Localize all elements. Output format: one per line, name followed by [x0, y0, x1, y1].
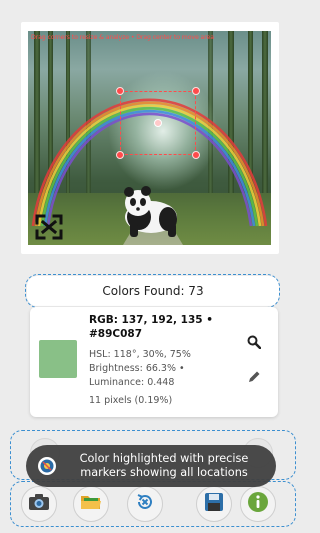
save-button[interactable] [196, 486, 232, 522]
resize-hint-text: Drag corners to resize & analyze • Drag … [31, 34, 214, 41]
toast-message: Color highlighted with precise markers s… [79, 452, 249, 479]
pencil-icon[interactable] [246, 369, 262, 385]
selection-handle-bottom-right[interactable] [192, 151, 200, 159]
camera-icon [28, 493, 50, 515]
toast-notification: Color highlighted with precise markers s… [26, 445, 276, 487]
selection-handle-top-right[interactable] [192, 87, 200, 95]
app-icon [38, 457, 56, 475]
image-card: Drag corners to resize & analyze • Drag … [21, 22, 279, 254]
save-icon [204, 492, 224, 516]
folder-button[interactable] [73, 486, 109, 522]
brightness-value: Brightness: 66.3% • [89, 363, 185, 374]
fullscreen-crop-icon[interactable] [34, 213, 64, 241]
magnifier-icon[interactable] [246, 334, 262, 350]
reset-button[interactable] [127, 486, 163, 522]
info-button[interactable] [240, 486, 276, 522]
colors-found-label: Colors Found: 73 [27, 276, 279, 306]
color-swatch [39, 340, 77, 378]
selection-handle-top-left[interactable] [116, 87, 124, 95]
info-icon [247, 491, 269, 517]
pixel-count: 11 pixels (0.19%) [89, 395, 173, 406]
reset-icon [135, 492, 155, 516]
selection-handle-bottom-left[interactable] [116, 151, 124, 159]
color-detail-card[interactable]: RGB: 137, 192, 135 • #89C087 HSL: 118°, … [30, 307, 278, 417]
hsl-value: HSL: 118°, 30%, 75% [89, 349, 191, 360]
luminance-value: Luminance: 0.448 [89, 377, 175, 388]
folder-icon [80, 493, 102, 515]
analyzed-photo[interactable]: Drag corners to resize & analyze • Drag … [28, 31, 271, 245]
camera-button[interactable] [21, 486, 57, 522]
rgb-value: RGB: 137, 192, 135 • #89C087 [89, 314, 213, 340]
selection-center-handle[interactable] [154, 119, 162, 127]
